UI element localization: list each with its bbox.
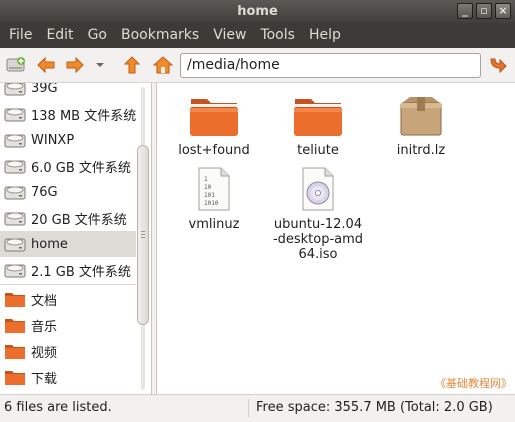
back-arrow-icon: [37, 56, 55, 74]
folder-icon: [5, 371, 25, 385]
side-item-label: 138 MB 文件系统: [31, 108, 136, 124]
side-item-label: home: [31, 236, 68, 252]
menu-edit[interactable]: Edit: [39, 23, 80, 48]
menu-file[interactable]: File: [2, 23, 39, 48]
watermark: 《基础教程网》: [435, 377, 512, 390]
side-pane[interactable]: 39G 138 MB 文件系统 WINXP 6.0 GB 文件系统 76G 20…: [0, 83, 152, 394]
drive-icon: [4, 83, 26, 96]
side-item-downloads[interactable]: 下载: [0, 364, 136, 390]
scrollbar-grip: [141, 234, 145, 235]
package-icon: [400, 97, 442, 136]
file-item-teliute[interactable]: teliute: [268, 95, 368, 158]
forward-button[interactable]: [63, 54, 87, 76]
side-item-label: WINXP: [31, 132, 75, 148]
file-item-vmlinuz[interactable]: 1 10 101 1010 vmlinuz: [164, 167, 264, 232]
new-tab-button[interactable]: [4, 54, 28, 76]
file-name: initrd.lz: [396, 143, 446, 158]
folder-icon: [5, 293, 25, 307]
drive-icon: [4, 186, 26, 200]
folder-icon: [190, 99, 238, 136]
folder-icon: [294, 99, 342, 136]
binary-digits: 1010: [204, 200, 219, 207]
drive-icon: [4, 160, 26, 174]
folder-icon: [5, 345, 25, 359]
binary-digits: 10: [204, 184, 212, 191]
side-item-label: 视频: [31, 345, 58, 361]
side-item-138mb[interactable]: 138 MB 文件系统: [0, 101, 136, 127]
binary-digits: 101: [204, 192, 215, 199]
forward-arrow-icon: [66, 56, 84, 74]
go-button[interactable]: [486, 54, 510, 76]
menu-bookmarks[interactable]: Bookmarks: [114, 23, 206, 48]
drive-icon: [4, 238, 26, 252]
side-pane-scrollbar[interactable]: [137, 87, 149, 390]
side-item-videos[interactable]: 视频: [0, 338, 136, 364]
go-arrow-icon: [490, 58, 507, 74]
minimize-button[interactable]: _: [457, 3, 473, 19]
toolbar: /media/home: [0, 48, 515, 83]
side-item-label: 音乐: [31, 319, 58, 335]
side-item-documents[interactable]: 文档: [0, 286, 136, 312]
side-item-label: 6.0 GB 文件系统: [31, 160, 131, 176]
drive-icon: [4, 108, 26, 122]
file-name: vmlinuz: [188, 217, 240, 232]
file-name: teliute: [297, 143, 339, 158]
side-item-76g[interactable]: 76G: [0, 179, 136, 205]
file-item-ubuntu-iso[interactable]: ubuntu-12.04-desktop-amd64.iso: [268, 167, 368, 262]
up-arrow-icon: [123, 56, 141, 74]
side-item-label: 76G: [31, 184, 58, 200]
folder-icon: [5, 319, 25, 333]
drive-icon: [4, 134, 26, 148]
back-button[interactable]: [34, 54, 58, 76]
home-icon: [152, 56, 174, 74]
status-free-space: Free space: 355.7 MB (Total: 2.0 GB): [256, 400, 493, 415]
menu-tools[interactable]: Tools: [253, 23, 302, 48]
side-item-39g[interactable]: 39G: [0, 83, 136, 101]
side-item-home[interactable]: home: [0, 231, 136, 257]
side-item-music[interactable]: 音乐: [0, 312, 136, 338]
chevron-down-icon: [96, 63, 104, 67]
file-view[interactable]: lost+found teliute initrd.lz 1 10 101 10…: [156, 83, 515, 394]
window-controls: _ ▫ ×: [457, 3, 511, 19]
history-dropdown[interactable]: [93, 54, 107, 76]
file-item-initrd[interactable]: initrd.lz: [371, 95, 471, 158]
up-button[interactable]: [120, 54, 144, 76]
scrollbar-thumb[interactable]: [137, 145, 149, 325]
file-name: ubuntu-12.04-desktop-amd64.iso: [272, 217, 364, 262]
scrollbar-grip: [141, 237, 145, 238]
file-name: lost+found: [178, 143, 250, 158]
scrollbar-grip: [141, 231, 145, 232]
home-button[interactable]: [151, 54, 175, 76]
drive-icon: [4, 264, 26, 278]
side-item-20gb[interactable]: 20 GB 文件系统: [0, 205, 136, 231]
side-item-6gb[interactable]: 6.0 GB 文件系统: [0, 153, 136, 179]
disc-image-icon: [302, 167, 334, 211]
side-item-label: 20 GB 文件系统: [31, 212, 127, 228]
maximize-button[interactable]: ▫: [476, 3, 492, 19]
status-divider: [248, 399, 249, 417]
new-tab-icon: [6, 57, 25, 72]
window-title: home: [237, 4, 278, 19]
location-bar[interactable]: /media/home: [180, 53, 481, 78]
binary-file-icon: 1 10 101 1010: [198, 167, 230, 211]
close-button[interactable]: ×: [495, 3, 511, 19]
menu-bar: File Edit Go Bookmarks View Tools Help: [0, 23, 515, 48]
side-item-label: 下载: [31, 371, 58, 387]
title-bar: home _ ▫ ×: [0, 0, 515, 23]
side-item-winxp[interactable]: WINXP: [0, 127, 136, 153]
sidebar-divider: [0, 284, 136, 285]
menu-view[interactable]: View: [206, 23, 253, 48]
drive-icon: [4, 212, 26, 226]
side-item-label: 文档: [31, 293, 58, 309]
menu-go[interactable]: Go: [81, 23, 114, 48]
side-item-label: 39G: [31, 83, 58, 96]
binary-digits: 1: [204, 176, 208, 183]
menu-help[interactable]: Help: [302, 23, 348, 48]
status-file-count: 6 files are listed.: [4, 400, 112, 415]
file-item-lost-found[interactable]: lost+found: [164, 95, 264, 158]
side-item-2gb[interactable]: 2.1 GB 文件系统: [0, 257, 136, 283]
side-item-label: 2.1 GB 文件系统: [31, 264, 131, 280]
status-bar: 6 files are listed. Free space: 355.7 MB…: [0, 394, 515, 422]
places-list: 39G 138 MB 文件系统 WINXP 6.0 GB 文件系统 76G 20…: [0, 83, 136, 390]
